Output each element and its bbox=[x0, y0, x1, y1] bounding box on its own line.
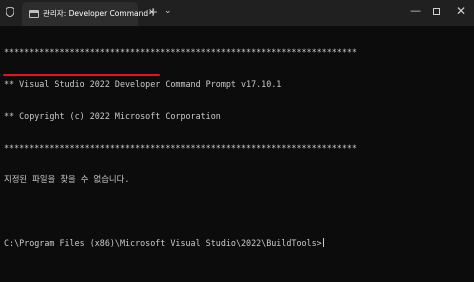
title-bar: 관리자: Developer Command ✕ + ⌄ — ✕ bbox=[0, 0, 474, 26]
console-line: ****************************************… bbox=[4, 47, 357, 58]
active-tab[interactable]: 관리자: Developer Command ✕ bbox=[22, 2, 156, 26]
text-cursor bbox=[322, 237, 324, 247]
minimize-button[interactable]: — bbox=[410, 4, 421, 17]
prompt-line: C:\Program Files (x86)\Microsoft Visual … bbox=[4, 237, 470, 249]
error-message: 지정된 파일을 찾을 수 없습니다. bbox=[4, 174, 130, 185]
console-line: ** Visual Studio 2022 Developer Command … bbox=[4, 78, 282, 89]
prompt-text: C:\Program Files (x86)\Microsoft Visual … bbox=[4, 237, 322, 248]
chevron-down-icon[interactable]: ⌄ bbox=[164, 6, 172, 16]
console-output[interactable]: ****************************************… bbox=[4, 26, 470, 282]
console-line: ** Copyright (c) 2022 Microsoft Corporat… bbox=[4, 110, 221, 121]
console-line: ****************************************… bbox=[4, 142, 357, 153]
error-underline bbox=[3, 74, 160, 76]
maximize-button[interactable] bbox=[433, 8, 440, 15]
terminal-icon bbox=[29, 10, 39, 18]
shield-icon bbox=[6, 7, 14, 17]
close-button[interactable]: ✕ bbox=[456, 4, 466, 18]
tab-title: 관리자: Developer Command bbox=[43, 9, 149, 18]
new-tab-button[interactable]: + bbox=[148, 5, 158, 19]
